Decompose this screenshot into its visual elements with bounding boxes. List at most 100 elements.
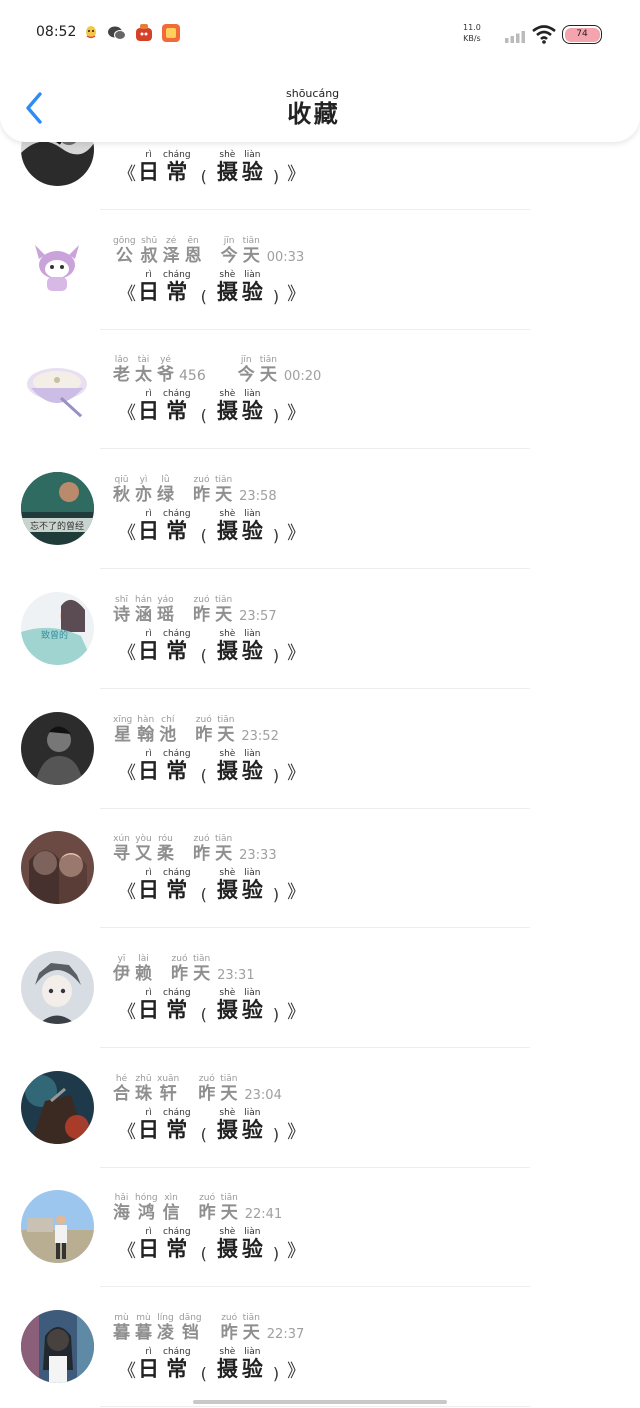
avatar[interactable]: 致曾的 <box>21 591 94 665</box>
user-name: 寻xún 又yòu 柔róu <box>113 834 179 865</box>
caption-close: 》 <box>287 523 306 545</box>
favorite-item[interactable]: 海hǎi鸿hóng信xìn昨zuó天tiān22:41 《日rì常cháng(摄s… <box>0 1167 640 1288</box>
item-caption: 《日rì常cháng (摄shè验liàn) 》 <box>118 389 305 425</box>
ruby-char: 柔róu <box>157 834 174 865</box>
item-date: 昨zuó 天tiān <box>193 475 237 506</box>
avatar[interactable] <box>21 232 94 306</box>
item-date: 昨zuó天tiān <box>199 1193 243 1224</box>
caption-close: 》 <box>287 1001 306 1023</box>
caption-paren-open: ( <box>200 286 207 306</box>
ruby-char: 海hǎi <box>113 1193 130 1224</box>
ruby-char: 天tiān <box>215 475 233 506</box>
wechat-icon <box>106 22 128 44</box>
favorite-item[interactable]: 暮mù暮mù凌líng铛dāng昨zuó天tiān22:37 《日rì常cháng… <box>0 1287 640 1407</box>
item-meta: 老lǎo太tài爷yé456 今jīn天tiān00:20 <box>113 355 321 385</box>
ruby-char: 叔shū <box>140 235 158 266</box>
ruby-char: 伊yī <box>113 953 130 984</box>
caption-paren-open: ( <box>200 167 207 186</box>
ruby-char: 诗shī <box>113 594 130 625</box>
ruby-char: 验liàn <box>241 1227 263 1262</box>
item-date: 昨zuó天tiān <box>221 1313 265 1343</box>
item-caption: 《日rì常cháng (摄shè验liàn) 》 <box>118 1227 305 1263</box>
ruby-char: 昨zuó <box>193 594 210 625</box>
item-date: 昨zuó天tiān <box>195 715 239 745</box>
item-date: 昨zuó天tiān <box>193 594 237 625</box>
avatar[interactable] <box>21 352 94 426</box>
ruby-char: 日rì <box>138 628 159 663</box>
favorite-item[interactable]: 老lǎo太tài爷yé456 今jīn天tiān00:20 《日rì常cháng(摄… <box>0 329 640 450</box>
avatar[interactable] <box>21 950 94 1024</box>
page-title: 收shōu藏cáng <box>286 87 339 129</box>
ruby-char: 涵hán <box>135 594 152 625</box>
item-date: 今jīn天tiān <box>238 355 282 385</box>
ruby-char: 常cháng <box>163 748 191 783</box>
home-indicator[interactable] <box>193 1400 447 1404</box>
item-meta: 星xīng翰hàn池chí 昨zuó天tiān23:52 <box>113 715 279 745</box>
ruby-char: 常cháng <box>163 389 191 424</box>
item-caption: 《日rì常cháng (摄shè验liàn) 》 <box>118 868 305 904</box>
user-name: 老lǎo 太tài 爷yé <box>113 355 179 385</box>
item-meta: 合hé珠zhū轩xuān昨zuó天tiān23:04 <box>113 1074 282 1104</box>
avatar[interactable] <box>21 711 94 785</box>
ruby-char: 秋qiū <box>113 475 130 506</box>
ruby-char: 摄shè <box>216 389 238 424</box>
avatar-girl-flowers: 致曾的 <box>21 591 94 665</box>
item-caption: 《日rì常cháng (摄shè验liàn) 》 <box>118 988 305 1024</box>
user-name: 诗shī 涵hán 瑶yáo <box>113 594 179 625</box>
ruby-char: 天tiān <box>220 1073 238 1104</box>
caption-paren-close: ) <box>272 406 280 426</box>
battery-icon: 74 <box>562 25 602 44</box>
avatar[interactable] <box>21 1310 94 1383</box>
app-red-icon <box>133 22 155 44</box>
item-caption: 《日rì常cháng (摄shè验liàn) 》 <box>118 509 305 545</box>
caption-open: 《 <box>118 1241 136 1263</box>
caption-paren-close: ) <box>272 526 280 546</box>
ruby-char: 常cháng <box>163 1107 191 1142</box>
favorite-item[interactable]: 星xīng翰hàn池chí昨zuó天tiān23:52 《日rì常cháng(摄s… <box>0 689 640 809</box>
ruby-char: 天tiān <box>220 1193 238 1224</box>
ruby-char: 摄shè <box>216 1227 238 1262</box>
caption-close: 》 <box>287 762 306 784</box>
item-time: 23:33 <box>239 848 277 864</box>
item-time: 00:20 <box>283 369 322 385</box>
ruby-char: 摄shè <box>216 150 238 184</box>
caption-paren-open: ( <box>200 885 207 905</box>
ruby-char: 瑶yáo <box>157 594 174 625</box>
favorite-item[interactable]: 忘不了的曾经 秋qiū 亦yì 绿lǜ 昨zuó 天tiān 23:58 《日rì常cháng… <box>0 449 640 570</box>
ruby-char: 日rì <box>138 1107 159 1142</box>
caption-open: 《 <box>118 283 136 305</box>
avatar[interactable] <box>21 831 94 905</box>
ruby-char: 昨zuó <box>171 953 188 984</box>
avatar[interactable]: 忘不了的曾经 <box>21 472 94 546</box>
back-button[interactable] <box>20 88 50 128</box>
user-name: 星xīng翰hàn池chí <box>113 715 181 745</box>
favorite-item[interactable]: 合hé珠zhū轩xuān昨zuó天tiān23:04 《日rì常cháng(摄sh… <box>0 1048 640 1168</box>
caption-paren-open: ( <box>200 1004 207 1024</box>
favorite-item[interactable]: 致曾的 诗shī 涵hán 瑶yáo 昨zuó 天tiān 23:57 《日rì常cháng (… <box>0 569 640 689</box>
ruby-char: 天tiān <box>215 834 233 865</box>
item-date: 今jīn天tiān <box>221 236 265 266</box>
app-header: 08:52 11.0 KB/s 74 收shōu藏cáng <box>0 0 640 142</box>
avatar[interactable] <box>21 1190 94 1264</box>
caption-close: 》 <box>287 1361 306 1382</box>
app-orange-icon <box>160 22 182 44</box>
avatar[interactable] <box>21 1070 94 1144</box>
caption-paren-open: ( <box>200 406 207 426</box>
favorite-item[interactable]: 寻xún 又yòu 柔róu 昨zuó 天tiān 23:33 《日rì常cháng (摄sh… <box>0 808 640 929</box>
caption-paren-close: ) <box>272 1364 280 1383</box>
ruby-char: 暮mù <box>113 1313 130 1343</box>
ruby-char: 珠zhū <box>135 1073 152 1104</box>
favorite-item[interactable]: 公gōng叔shū泽zé恩ēn今jīn天tiān00:33 《日rì常cháng(… <box>0 210 640 330</box>
caption-paren-open: ( <box>200 1364 207 1383</box>
ruby-char: 鸿hóng <box>135 1193 158 1224</box>
caption-paren-open: ( <box>200 1124 207 1144</box>
caption-paren-close: ) <box>272 286 280 306</box>
ruby-char: 亦yì <box>135 475 152 506</box>
item-caption: 《日rì常cháng (摄shè验liàn) 》 <box>118 1108 305 1144</box>
ruby-char: 日rì <box>138 748 159 783</box>
ruby-char: 验liàn <box>241 987 263 1022</box>
item-time: 23:52 <box>241 728 279 744</box>
favorite-item[interactable]: 伊yī 赖lài 昨zuó 天tiān 23:31 《日rì常cháng (摄shè验lià… <box>0 928 640 1048</box>
ruby-char: 日rì <box>138 150 159 184</box>
ruby-char: 昨zuó <box>193 475 210 506</box>
